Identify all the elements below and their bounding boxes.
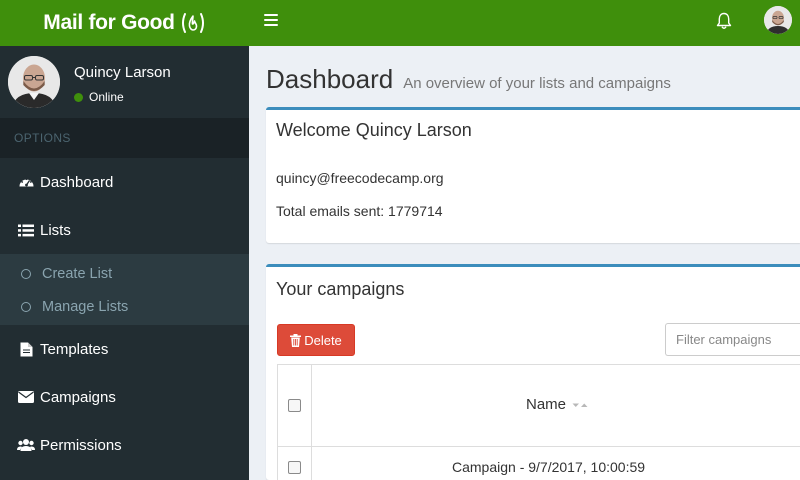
- top-navbar: Mail for Good: [0, 0, 800, 46]
- user-name: Quincy Larson: [74, 64, 171, 81]
- sidebar-item-label: Dashboard: [40, 173, 114, 191]
- campaigns-table: Name Campaign - 9/7/2017, 10:00:59: [277, 364, 800, 480]
- file-icon: [17, 341, 35, 357]
- circle-icon: [21, 301, 31, 312]
- sidebar-subitem-label: Create List: [42, 265, 113, 282]
- user-avatar-small[interactable]: [764, 6, 792, 34]
- app-title: Mail for Good: [43, 11, 175, 34]
- campaigns-title: Your campaigns: [276, 279, 405, 299]
- dashboard-icon: [17, 174, 35, 190]
- welcome-box: Welcome Quincy Larson quincy@freecodecam…: [266, 107, 800, 243]
- select-all-checkbox[interactable]: [288, 399, 301, 412]
- delete-button[interactable]: Delete: [277, 324, 355, 356]
- main-content: Dashboard An overview of your lists and …: [249, 46, 800, 480]
- app-logo[interactable]: Mail for Good: [0, 0, 249, 46]
- sidebar: Quincy Larson Online OPTIONS Dashboard L…: [0, 46, 249, 480]
- user-panel: Quincy Larson Online: [0, 46, 249, 118]
- welcome-title: Welcome Quincy Larson: [276, 120, 472, 140]
- circle-icon: [21, 268, 31, 279]
- delete-button-label: Delete: [304, 332, 342, 348]
- column-header-name[interactable]: Name: [526, 396, 588, 413]
- sidebar-item-templates[interactable]: Templates: [0, 325, 249, 373]
- page-subtitle: An overview of your lists and campaigns: [403, 75, 671, 92]
- sort-icon: [572, 401, 588, 409]
- sidebar-item-permissions[interactable]: Permissions: [0, 421, 249, 469]
- list-icon: [17, 222, 35, 238]
- hamburger-icon[interactable]: [264, 14, 278, 26]
- sidebar-subitem-label: Manage Lists: [42, 298, 129, 315]
- user-status-label: Online: [89, 90, 124, 104]
- filter-campaigns-input[interactable]: [665, 323, 800, 356]
- table-header-row: Name: [278, 365, 800, 447]
- row-checkbox[interactable]: [288, 461, 301, 474]
- campaign-name-cell: Campaign - 9/7/2017, 10:00:59: [452, 459, 646, 475]
- table-row[interactable]: Campaign - 9/7/2017, 10:00:59: [278, 447, 800, 480]
- online-status-icon: [74, 92, 83, 102]
- page-title: Dashboard: [266, 64, 394, 94]
- sidebar-subitem-manage-lists[interactable]: Manage Lists: [0, 290, 249, 323]
- campaigns-box: Your campaigns Delete Filter campaigns N…: [266, 264, 800, 480]
- sidebar-item-label: Lists: [40, 221, 71, 239]
- sidebar-item-dashboard[interactable]: Dashboard: [0, 158, 249, 206]
- sidebar-item-campaigns[interactable]: Campaigns: [0, 373, 249, 421]
- envelope-icon: [17, 389, 35, 405]
- sidebar-item-lists[interactable]: Lists: [0, 206, 249, 254]
- user-email: quincy@freecodecamp.org: [276, 170, 444, 186]
- flame-logo-icon: [180, 12, 206, 34]
- avatar: [8, 56, 60, 108]
- users-icon: [17, 437, 35, 453]
- total-emails-sent: Total emails sent: 1779714: [276, 203, 443, 219]
- sidebar-item-label: Templates: [40, 340, 109, 358]
- page-header: Dashboard An overview of your lists and …: [266, 64, 671, 95]
- sidebar-subitem-create-list[interactable]: Create List: [0, 257, 249, 290]
- bell-icon[interactable]: [715, 11, 733, 31]
- sidebar-item-label: Campaigns: [40, 388, 116, 406]
- user-status: Online: [74, 90, 124, 104]
- sidebar-section-header: OPTIONS: [0, 118, 249, 158]
- lists-submenu: Create List Manage Lists: [0, 254, 249, 325]
- sidebar-item-label: Permissions: [40, 436, 122, 454]
- trash-icon: [290, 333, 302, 347]
